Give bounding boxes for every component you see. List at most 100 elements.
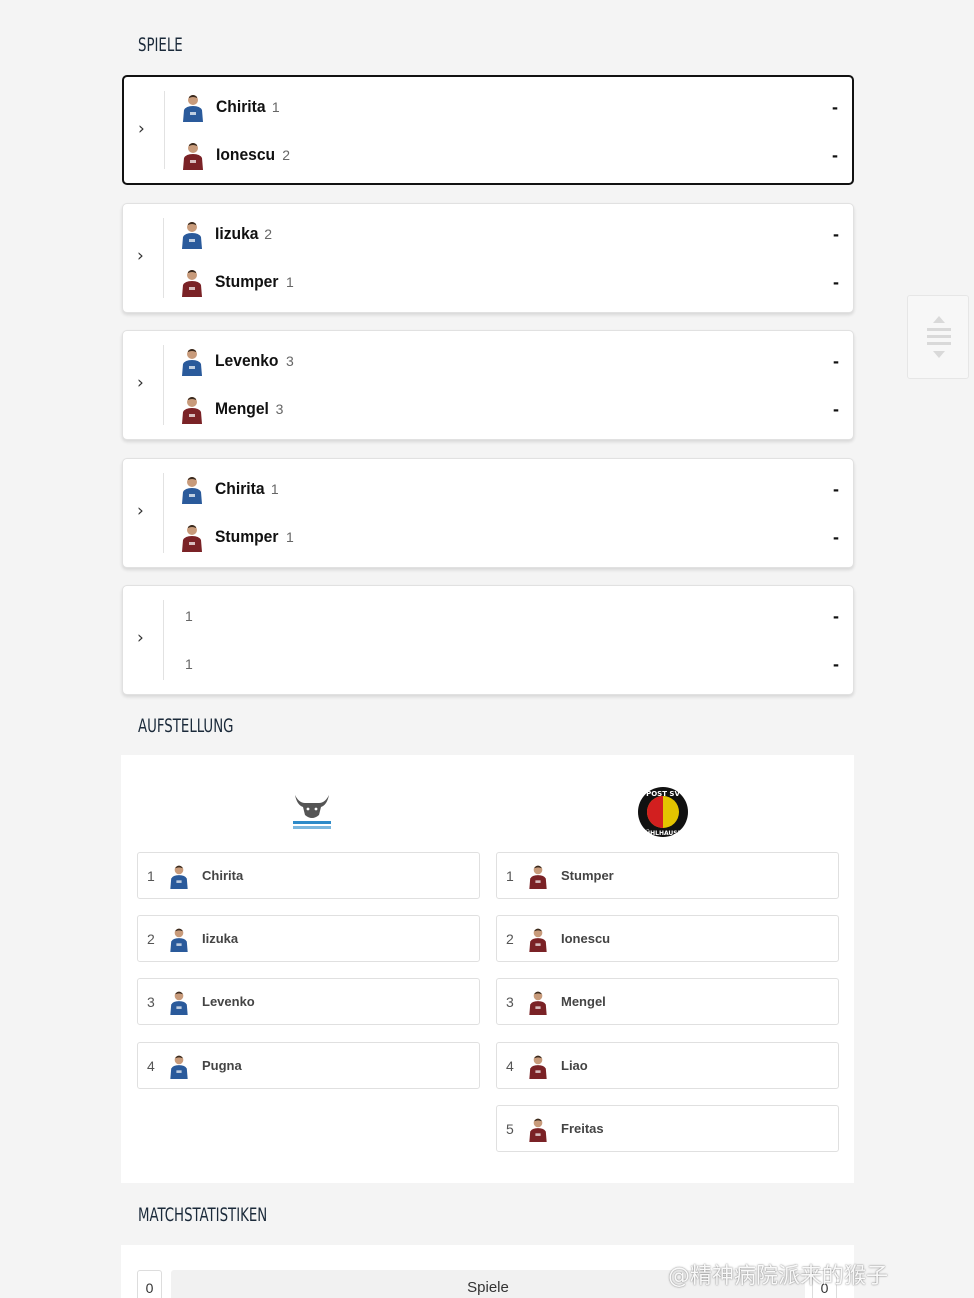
match-card[interactable]: › Iizuka 2 - Stumper 1 -: [122, 203, 854, 313]
lineup-name: Ionescu: [561, 931, 611, 946]
chevron-right-icon[interactable]: ›: [137, 246, 151, 266]
player-avatar-icon: [182, 525, 202, 552]
lineup-number: 2: [147, 930, 155, 947]
lineup-name: Freitas: [561, 1121, 604, 1136]
player-avatar-icon: [183, 95, 203, 122]
lineup-item[interactable]: 3 Levenko: [137, 978, 480, 1025]
chevron-right-icon[interactable]: ›: [138, 119, 152, 139]
player-avatar: [525, 988, 551, 1016]
player-avatar: [525, 1052, 551, 1080]
lineup-item[interactable]: 1 Chirita: [137, 852, 480, 899]
away-team-logo: POST SV MÜHLHAUSEN: [637, 786, 689, 838]
match-row-away: 1-: [177, 644, 841, 684]
home-team-logo: [291, 789, 333, 833]
player-number: 2: [264, 226, 273, 242]
lineup-number: 3: [147, 993, 155, 1010]
lineup-item[interactable]: 2 Ionescu: [496, 915, 839, 962]
player-avatar: [525, 925, 551, 953]
divider: [163, 345, 164, 425]
chevron-right-icon[interactable]: ›: [137, 501, 151, 521]
section-title-lineup: AUFSTELLUNG: [138, 715, 234, 737]
player-avatar: [177, 474, 207, 504]
player-name: Iizuka: [215, 224, 259, 243]
player-avatar: [525, 1115, 551, 1143]
score: -: [833, 398, 839, 419]
score: -: [833, 478, 839, 499]
lineup-number: 4: [506, 1057, 514, 1074]
lineup-item[interactable]: 3 Mengel: [496, 978, 839, 1025]
lineup-item[interactable]: 4 Pugna: [137, 1042, 480, 1089]
player-avatar-icon: [529, 1118, 547, 1142]
match-row-away: Ionescu 2 -: [178, 135, 840, 175]
player-name: Chirita: [215, 479, 265, 498]
player-avatar-icon: [529, 1055, 547, 1079]
match-card[interactable]: › Chirita 1 - Ionescu 2 -: [122, 75, 854, 185]
lineup-name: Mengel: [561, 994, 606, 1009]
player-number: 1: [285, 529, 294, 545]
lineup-name: Iizuka: [202, 931, 239, 946]
player-name: Stumper: [215, 527, 279, 546]
match-card[interactable]: › Levenko 3 - Mengel 3 -: [122, 330, 854, 440]
lineup-number: 1: [506, 867, 514, 884]
score: -: [832, 96, 838, 117]
player-avatar: [177, 267, 207, 297]
player-number: 1: [185, 656, 193, 672]
lineup-name: Pugna: [202, 1058, 242, 1073]
lineup-number: 1: [147, 867, 155, 884]
section-title-games: SPIELE: [138, 34, 183, 56]
scroll-handle-icon: [927, 316, 951, 358]
bull-logo-icon: [293, 795, 331, 829]
player-avatar: [177, 219, 207, 249]
player-number: 3: [275, 401, 284, 417]
divider: [163, 600, 164, 680]
chevron-right-icon[interactable]: ›: [137, 373, 151, 393]
lineup-item[interactable]: 5 Freitas: [496, 1105, 839, 1152]
watermark-text: @精神病院派来的猴子: [668, 1264, 889, 1289]
score: -: [832, 144, 838, 165]
player-avatar-icon: [182, 270, 202, 297]
section-title-stats: MATCHSTATISTIKEN: [138, 1204, 268, 1226]
divider: [164, 91, 165, 169]
player-name: Levenko: [215, 351, 279, 370]
player-number: 1: [185, 608, 193, 624]
player-avatar: [166, 988, 192, 1016]
player-number: 1: [285, 274, 294, 290]
score: -: [833, 350, 839, 371]
divider: [163, 218, 164, 298]
match-row-home: Chirita 1 -: [178, 87, 840, 127]
lineup-name: Chirita: [202, 868, 244, 883]
scroll-handle-widget[interactable]: [907, 295, 969, 379]
player-avatar-icon: [182, 477, 202, 504]
player-number: 3: [285, 353, 294, 369]
player-avatar: [166, 925, 192, 953]
player-avatar-icon: [529, 865, 547, 889]
player-number: 2: [282, 147, 291, 163]
lineup-number: 5: [506, 1120, 514, 1137]
lineup-panel: POST SV MÜHLHAUSEN 1 Chirita 2 Iizuka 3 Leven…: [121, 755, 854, 1183]
lineup-number: 2: [506, 930, 514, 947]
player-number: 1: [270, 481, 279, 497]
player-name: Chirita: [216, 97, 266, 116]
lineup-item[interactable]: 1 Stumper: [496, 852, 839, 899]
player-avatar-icon: [182, 222, 202, 249]
lineup-number: 4: [147, 1057, 155, 1074]
player-avatar-icon: [182, 349, 202, 376]
player-avatar-icon: [183, 143, 203, 170]
chevron-right-icon[interactable]: ›: [137, 628, 151, 648]
divider: [163, 473, 164, 553]
lineup-name: Liao: [561, 1058, 588, 1073]
score: -: [833, 653, 839, 674]
lineup-item[interactable]: 2 Iizuka: [137, 915, 480, 962]
match-card[interactable]: › 1-1-: [122, 585, 854, 695]
player-avatar-icon: [529, 991, 547, 1015]
svg-text:MÜHLHAUSEN: MÜHLHAUSEN: [639, 830, 686, 837]
match-row-away: Mengel 3 -: [177, 389, 841, 429]
match-card[interactable]: › Chirita 1 - Stumper 1 -: [122, 458, 854, 568]
player-avatar: [166, 1052, 192, 1080]
score: -: [833, 526, 839, 547]
lineup-item[interactable]: 4 Liao: [496, 1042, 839, 1089]
player-avatar-icon: [170, 991, 188, 1015]
lineup-number: 3: [506, 993, 514, 1010]
player-avatar-icon: [170, 865, 188, 889]
lineup-name: Levenko: [202, 994, 255, 1009]
